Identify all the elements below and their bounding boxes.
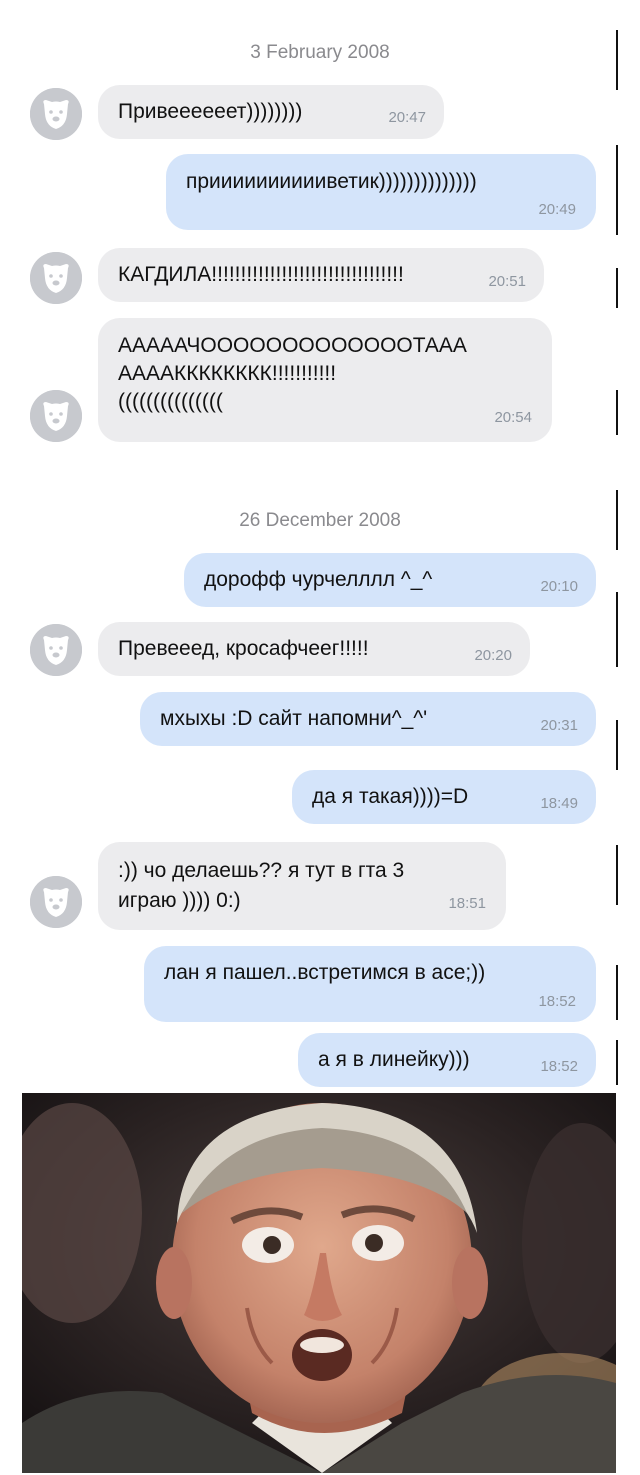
date-separator: 26 December 2008: [239, 510, 401, 531]
message-text: Превееед, кросафчеег!!!!!: [118, 637, 369, 660]
dog-avatar-icon[interactable]: [30, 390, 82, 442]
message-bubble-outgoing[interactable]: а я в линейку))) 18:52: [298, 1033, 596, 1087]
message-bubble-incoming[interactable]: Превееед, кросафчеег!!!!! 20:20: [98, 622, 530, 676]
message-time: 20:54: [494, 409, 532, 426]
message-text: АААААЧОООООООООООООТААА ААААКККККККК!!!!…: [118, 332, 467, 416]
message-time: 18:52: [540, 1058, 578, 1075]
message-text: :)) чо делаешь?? я тут в гта 3 играю )))…: [118, 856, 404, 916]
scrollbar-segment[interactable]: [616, 145, 618, 235]
message-time: 18:51: [448, 895, 486, 912]
message-bubble-outgoing[interactable]: да я такая))))=D 18:49: [292, 770, 596, 824]
message-time: 20:10: [540, 578, 578, 595]
message-text: КАГДИЛА!!!!!!!!!!!!!!!!!!!!!!!!!!!!!!!!!: [118, 263, 404, 286]
message-time: 18:52: [538, 993, 576, 1010]
message-line: ААААКККККККК!!!!!!!!!!!: [118, 362, 337, 385]
message-time: 20:20: [474, 647, 512, 664]
dog-avatar-icon[interactable]: [30, 88, 82, 140]
message-text: дорофф чурчелллл ^_^: [204, 568, 433, 591]
message-time: 20:49: [538, 201, 576, 218]
message-time: 20:31: [540, 717, 578, 734]
scrollbar-segment[interactable]: [616, 720, 618, 770]
message-line: (((((((((((((((: [118, 390, 223, 413]
message-line: играю )))) 0:): [118, 889, 241, 912]
scrollbar-segment[interactable]: [616, 592, 618, 667]
message-bubble-incoming[interactable]: АААААЧОООООООООООООТААА ААААКККККККК!!!!…: [98, 318, 552, 442]
message-bubble-incoming[interactable]: Привееееeет)))))))) 20:47: [98, 85, 444, 139]
message-line: :)) чо делаешь?? я тут в гта 3: [118, 859, 405, 882]
message-bubble-incoming[interactable]: :)) чо делаешь?? я тут в гта 3 играю )))…: [98, 842, 506, 930]
message-text: а я в линейку))): [318, 1048, 470, 1071]
message-text: прииииииииииветик)))))))))))))): [186, 170, 477, 193]
scrollbar-segment[interactable]: [616, 845, 618, 905]
scrollbar-segment[interactable]: [616, 1040, 618, 1085]
message-bubble-incoming[interactable]: КАГДИЛА!!!!!!!!!!!!!!!!!!!!!!!!!!!!!!!!!…: [98, 248, 544, 302]
dog-avatar-icon[interactable]: [30, 252, 82, 304]
message-line: АААААЧОООООООООООООТААА: [118, 334, 467, 357]
message-text: мхыхы :D сайт напомни^_^': [160, 707, 428, 730]
dog-avatar-icon[interactable]: [30, 624, 82, 676]
scrollbar-segment[interactable]: [616, 965, 618, 1020]
message-time: 20:51: [488, 273, 526, 290]
scrollbar-segment[interactable]: [616, 390, 618, 435]
message-bubble-outgoing[interactable]: дорофф чурчелллл ^_^ 20:10: [184, 553, 596, 607]
message-bubble-outgoing[interactable]: мхыхы :D сайт напомни^_^' 20:31: [140, 692, 596, 746]
date-separator: 3 February 2008: [250, 42, 390, 63]
message-text: да я такая))))=D: [312, 785, 469, 808]
scrollbar-segment[interactable]: [616, 268, 618, 308]
message-bubble-outgoing[interactable]: лан я пашел..встретимся в асе;)) 18:52: [144, 946, 596, 1022]
dog-avatar-icon[interactable]: [30, 876, 82, 928]
message-text: лан я пашел..встретимся в асе;)): [164, 961, 486, 984]
reaction-photo: [22, 1093, 616, 1473]
message-time: 20:47: [388, 109, 426, 126]
message-bubble-outgoing[interactable]: прииииииииииветик)))))))))))))) 20:49: [166, 154, 596, 230]
message-text: Привееееeет)))))))): [118, 100, 303, 123]
message-time: 18:49: [540, 795, 578, 812]
